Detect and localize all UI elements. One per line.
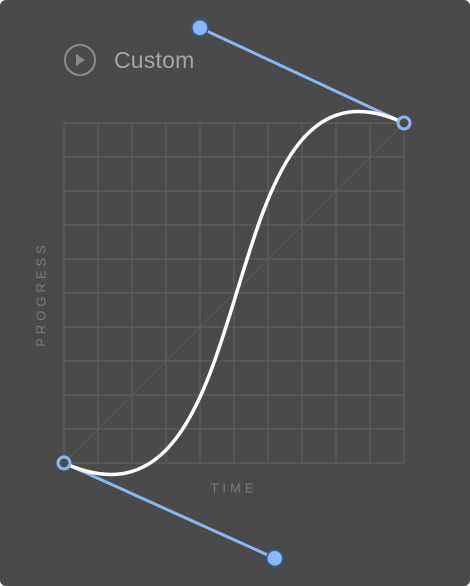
control-point-1-handle[interactable] — [266, 549, 284, 567]
start-point — [56, 455, 72, 471]
end-point — [396, 115, 412, 131]
handle-2-line — [198, 26, 406, 125]
easing-editor-panel: Custom PROGRESS TIME — [0, 0, 470, 586]
handle-1-line — [62, 461, 277, 560]
control-point-2-handle[interactable] — [191, 19, 209, 37]
curve-graph — [56, 19, 412, 567]
